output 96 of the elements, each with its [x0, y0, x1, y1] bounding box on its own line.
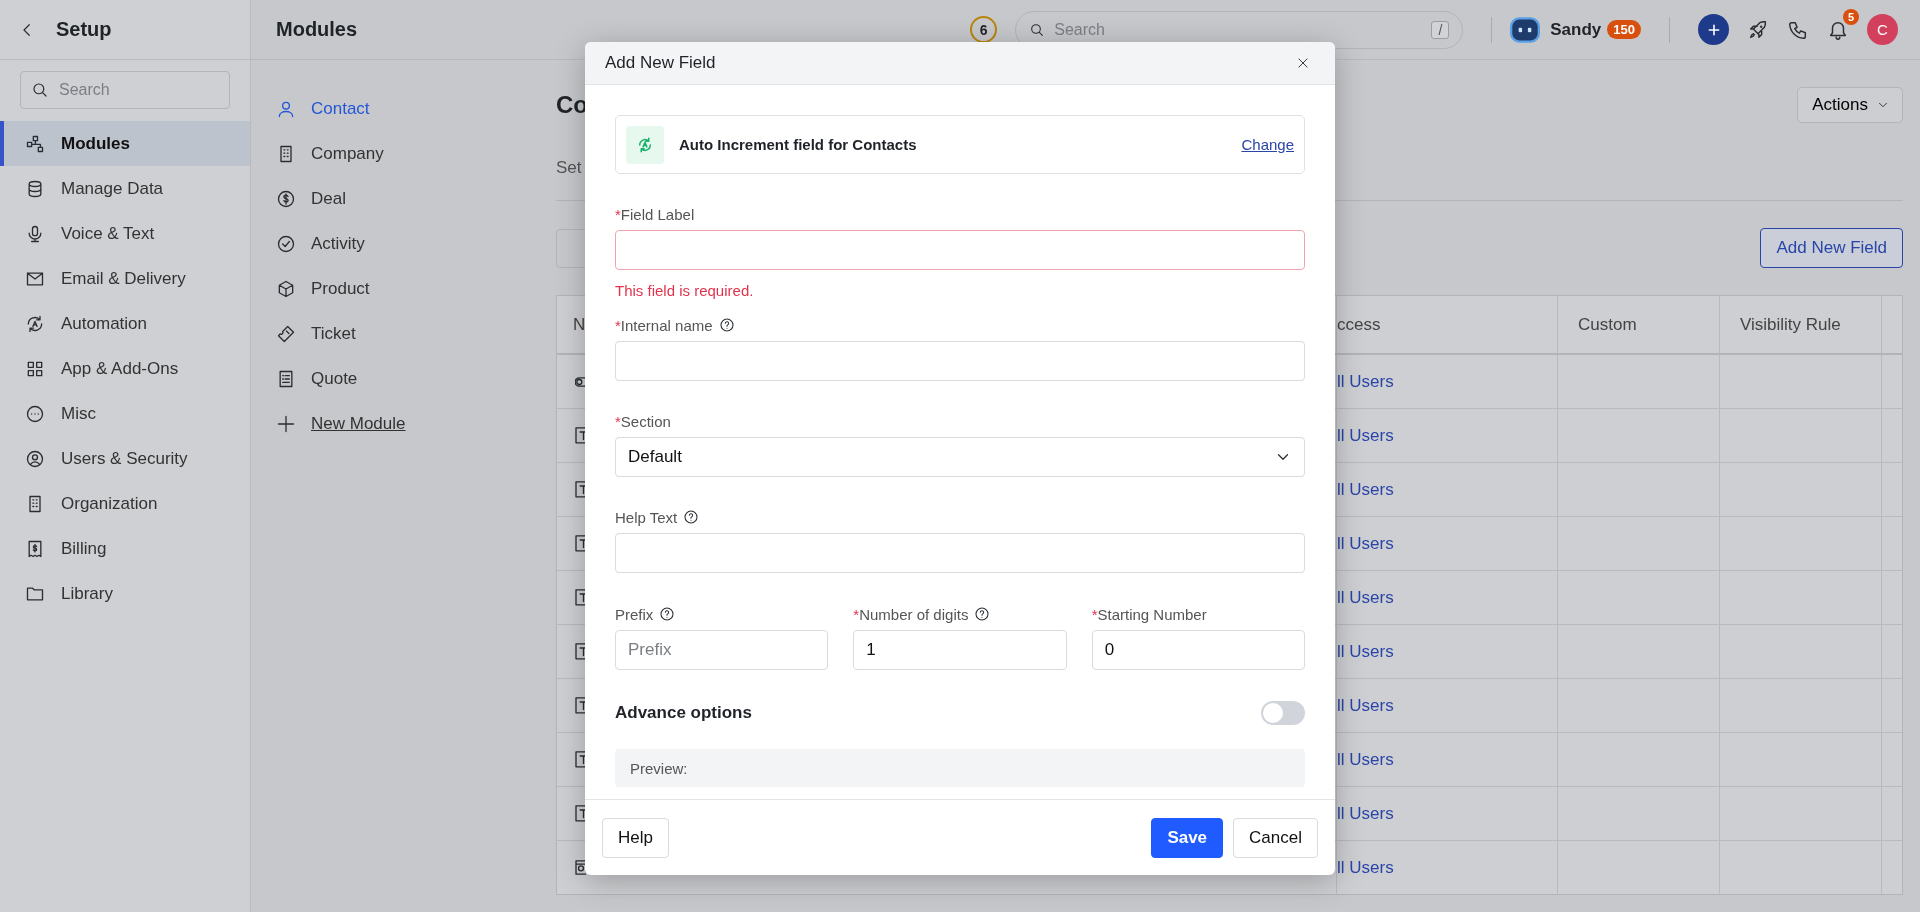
change-link[interactable]: Change: [1241, 136, 1294, 153]
access-link[interactable]: ll Users: [1337, 857, 1394, 878]
text-field[interactable]: [615, 230, 1305, 270]
column-header: Custom: [1578, 314, 1637, 335]
sidebar-item[interactable]: Billing: [0, 526, 250, 571]
text-field-icon: [575, 427, 586, 444]
image-icon: [575, 860, 586, 875]
preview-label: Preview:: [630, 759, 688, 777]
dialog-title: Add New Field: [605, 53, 716, 73]
actions-button[interactable]: Actions: [1797, 87, 1903, 123]
text-field-icon: [575, 589, 586, 606]
module-item[interactable]: Deal: [276, 176, 531, 221]
access-link[interactable]: ll Users: [1337, 803, 1394, 824]
text-field[interactable]: [615, 533, 1305, 573]
access-link[interactable]: ll Users: [1337, 587, 1394, 608]
tab[interactable]: Set: [556, 158, 582, 178]
field-label: *Internal name: [615, 316, 713, 334]
field-label: *Number of digits: [853, 605, 969, 623]
text-field-icon: [575, 805, 586, 822]
sidebar-item[interactable]: Library: [0, 571, 250, 616]
advance-options-label: Advance options: [615, 703, 752, 723]
field-label: *Field Label: [615, 205, 695, 223]
help-icon[interactable]: [659, 606, 676, 622]
dots-icon: [25, 403, 45, 424]
text-field[interactable]: Prefix: [615, 630, 829, 670]
user-name[interactable]: Sandy: [1550, 19, 1602, 40]
sidebar-item[interactable]: Organization: [0, 481, 250, 526]
text-field-icon: [575, 535, 586, 552]
access-link[interactable]: ll Users: [1337, 425, 1394, 446]
module-item[interactable]: Contact: [276, 86, 531, 131]
access-link[interactable]: ll Users: [1337, 641, 1394, 662]
module-item[interactable]: Ticket: [276, 311, 531, 356]
text-field-icon: [575, 481, 586, 498]
access-link[interactable]: ll Users: [1337, 371, 1394, 392]
text-field-icon: [575, 751, 586, 768]
toggle-switch[interactable]: [1261, 701, 1305, 725]
sidebar-item[interactable]: Manage Data: [0, 166, 250, 211]
add-new-field-button[interactable]: Add New Field: [1760, 228, 1903, 268]
field-label: Prefix: [615, 605, 654, 623]
toggle-icon: [575, 376, 586, 387]
sidebar-item[interactable]: Voice & Text: [0, 211, 250, 256]
notification-badge: 5: [1843, 8, 1859, 25]
points-badge: 150: [1607, 20, 1641, 39]
rocket-icon[interactable]: [1747, 18, 1769, 41]
sidebar-item[interactable]: App & Add-Ons: [0, 346, 250, 391]
robot-avatar-icon[interactable]: [1510, 16, 1541, 43]
close-icon[interactable]: [1296, 56, 1310, 70]
sidebar-item[interactable]: Misc: [0, 391, 250, 436]
cube-icon: [276, 278, 296, 299]
column-header: ccess: [1337, 314, 1381, 335]
save-button[interactable]: Save: [1151, 817, 1224, 858]
access-link[interactable]: ll Users: [1337, 479, 1394, 500]
field-label: *Starting Number: [1091, 605, 1207, 623]
section-select[interactable]: Default: [615, 437, 1305, 477]
module-item[interactable]: Product: [276, 266, 531, 311]
search-icon: [1029, 21, 1046, 38]
text-field[interactable]: 0: [1091, 630, 1305, 670]
text-field[interactable]: 1: [853, 630, 1067, 670]
sidebar-item[interactable]: Automation: [0, 301, 250, 346]
sidebar-item[interactable]: Modules: [0, 121, 250, 166]
field-label: *Section: [615, 412, 671, 430]
column-header: N: [573, 314, 586, 335]
field-type-label: Auto Increment field for Contacts: [679, 136, 918, 153]
text-field-icon: [575, 697, 586, 714]
user-avatar[interactable]: C: [1867, 14, 1898, 45]
search-icon: [31, 81, 49, 99]
plus-icon: [276, 413, 296, 434]
sidebar-item[interactable]: Users & Security: [0, 436, 250, 481]
page-title: Modules: [276, 18, 358, 41]
dollar-icon: [276, 188, 296, 209]
hierarchy-icon: [25, 133, 45, 154]
add-button[interactable]: [1698, 14, 1729, 45]
new-module-link[interactable]: New Module: [276, 401, 531, 446]
shortcut-key: /: [1431, 20, 1450, 39]
module-item[interactable]: Activity: [276, 221, 531, 266]
column-header: Visibility Rule: [1740, 314, 1841, 335]
auto-increment-icon: [626, 125, 664, 164]
access-link[interactable]: ll Users: [1337, 533, 1394, 554]
cancel-button[interactable]: Cancel: [1233, 817, 1318, 858]
cycle-icon: [25, 313, 45, 334]
help-icon[interactable]: [718, 317, 735, 333]
help-icon[interactable]: [974, 606, 991, 622]
error-message: This field is required.: [615, 282, 755, 299]
access-link[interactable]: ll Users: [1337, 749, 1394, 770]
access-link[interactable]: ll Users: [1337, 695, 1394, 716]
module-item[interactable]: Company: [276, 131, 531, 176]
text-field[interactable]: [615, 341, 1305, 381]
field-label: Help Text: [615, 508, 678, 526]
module-item[interactable]: Quote: [276, 356, 531, 401]
text-field-icon: [575, 643, 586, 660]
help-icon[interactable]: [683, 509, 700, 525]
sidebar-title: Setup: [56, 18, 112, 41]
ticket-icon: [276, 323, 296, 344]
search-field[interactable]: Search: [20, 71, 230, 109]
help-button[interactable]: Help: [602, 817, 669, 858]
sidebar-item[interactable]: Email & Delivery: [0, 256, 250, 301]
